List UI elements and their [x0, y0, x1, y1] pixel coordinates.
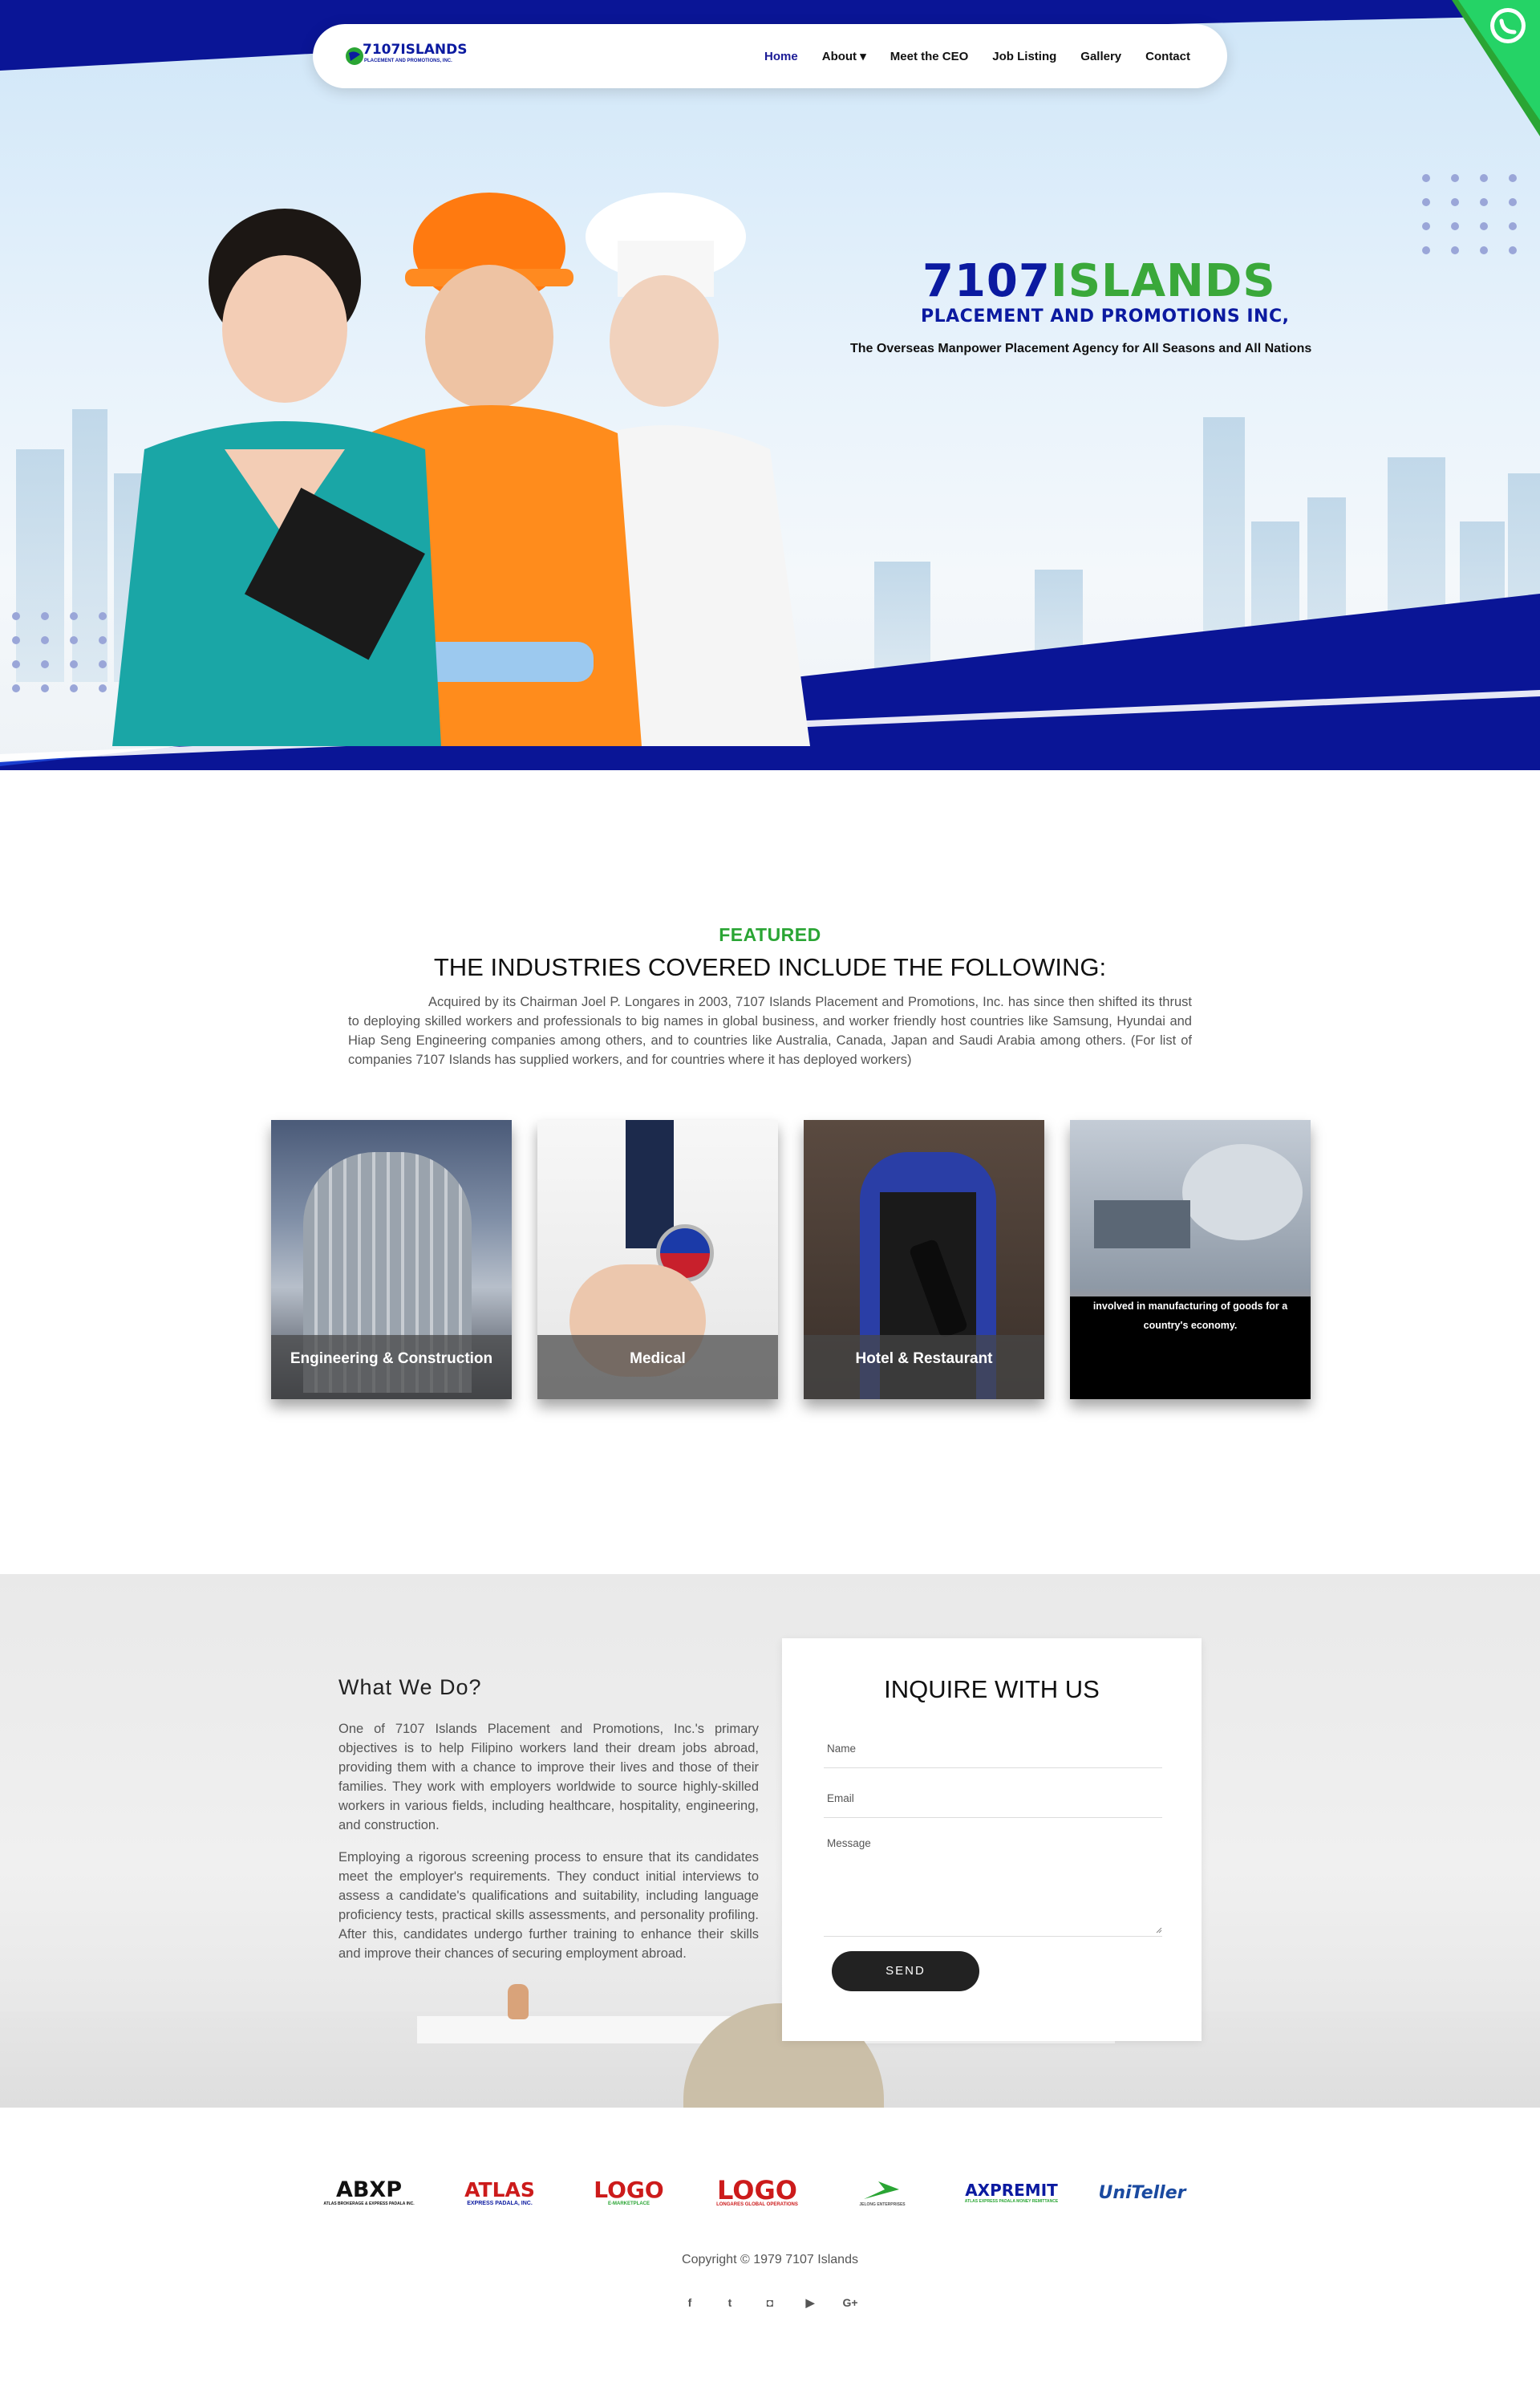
nav-about-label: About	[821, 50, 857, 63]
featured-label: FEATURED	[719, 924, 821, 945]
featured-text: Acquired by its Chairman Joel P. Longare…	[348, 995, 1192, 1067]
social-links: f t ◘ ▶ G+	[679, 2291, 861, 2314]
copyright-text: Copyright © 1979 7107 Islands	[682, 2253, 858, 2266]
partner-logo-axpremit[interactable]: AXPREMIT ATLAS EXPRESS PADALA MONEY REMI…	[958, 2173, 1065, 2213]
logo-text: 7107ISLANDS	[363, 42, 468, 58]
email-label: Email	[827, 1792, 854, 1804]
nav-about[interactable]: About ▾	[822, 49, 866, 63]
what-we-do-section: What We Do? One of 7107 Islands Placemen…	[0, 1574, 1540, 2108]
partner-logos: ABXP ATLAS BROKERAGE & EXPRESS PADALA IN…	[318, 2173, 1232, 2213]
google-plus-icon[interactable]: G+	[839, 2291, 861, 2314]
workers-illustration	[112, 193, 810, 746]
partner-sub: ATLAS BROKERAGE & EXPRESS PADALA INC.	[323, 2201, 415, 2206]
card-hotel[interactable]: Hotel & Restaurant	[804, 1120, 1044, 1399]
background-vase	[508, 1984, 529, 2019]
nav-job-listing[interactable]: Job Listing	[992, 50, 1056, 63]
what-we-do-title: What We Do?	[338, 1675, 482, 1699]
nav-meet-ceo[interactable]: Meet the CEO	[890, 50, 969, 63]
decorative-dots	[12, 612, 107, 692]
nav-menu: Home About ▾ Meet the CEO Job Listing Ga…	[764, 24, 1190, 88]
facebook-icon[interactable]: f	[679, 2291, 701, 2314]
nav-gallery[interactable]: Gallery	[1080, 50, 1121, 63]
partner-name: UniTeller	[1098, 2182, 1186, 2203]
what-we-do-paragraph-1: One of 7107 Islands Placement and Promot…	[338, 1722, 759, 1832]
site-logo[interactable]: 7107ISLANDS PLACEMENT AND PROMOTIONS, IN…	[345, 42, 468, 71]
hero-subtitle: PLACEMENT AND PROMOTIONS INC,	[921, 306, 1290, 327]
card-manufacturing[interactable]: involved in manufacturing of goods for a…	[1070, 1120, 1311, 1399]
partner-sub: JELONG ENTERPRISES	[859, 2202, 906, 2207]
twitter-icon[interactable]: t	[719, 2291, 741, 2314]
partner-sub: EXPRESS PADALA, INC.	[467, 2200, 533, 2206]
globe-icon	[346, 47, 363, 65]
partner-logo-abxp[interactable]: ABXP ATLAS BROKERAGE & EXPRESS PADALA IN…	[318, 2173, 420, 2213]
card-overlay-text: involved in manufacturing of goods for a…	[1070, 1296, 1311, 1399]
partner-sub: E-MARKETPLACE	[608, 2201, 650, 2206]
message-field[interactable]: Message	[824, 1837, 1162, 1937]
inquiry-form: INQUIRE WITH US Name Email Message SEND	[782, 1638, 1202, 2041]
partner-sub: ATLAS EXPRESS PADALA MONEY REMITTANCE	[964, 2199, 1059, 2204]
what-we-do-paragraph-2: Employing a rigorous screening process t…	[338, 1850, 759, 1961]
partner-logo-uniteller[interactable]: UniTeller	[1092, 2173, 1192, 2213]
card-engineering[interactable]: Engineering & Construction	[271, 1120, 512, 1399]
hero-title-number: 7107	[922, 255, 1051, 307]
name-field[interactable]: Name	[824, 1743, 1162, 1768]
card-caption: Hotel & Restaurant	[804, 1335, 1044, 1399]
instagram-icon[interactable]: ◘	[759, 2291, 781, 2314]
card-caption: Medical	[537, 1335, 778, 1399]
card-medical[interactable]: Medical	[537, 1120, 778, 1399]
email-field[interactable]: Email	[824, 1792, 1162, 1818]
nav-contact[interactable]: Contact	[1145, 50, 1190, 63]
hero-title-word: ISLANDS	[1050, 255, 1276, 307]
card-caption: Engineering & Construction	[271, 1335, 512, 1399]
message-label: Message	[827, 1837, 871, 1849]
partner-logo-longares[interactable]: LOGO LONGARES GLOBAL OPERATIONS	[707, 2173, 807, 2213]
partner-name: AXPREMIT	[965, 2181, 1058, 2200]
chevron-down-icon: ▾	[860, 50, 866, 63]
hero-banner: 7107ISLANDS PLACEMENT AND PROMOTIONS, IN…	[0, 0, 1540, 770]
partner-name: ABXP	[335, 2177, 403, 2202]
partner-sub: LONGARES GLOBAL OPERATIONS	[716, 2202, 798, 2207]
logo-subtext: PLACEMENT AND PROMOTIONS, INC.	[364, 59, 452, 63]
nav-home[interactable]: Home	[764, 50, 798, 63]
jelong-arrow-icon	[864, 2181, 899, 2199]
youtube-icon[interactable]: ▶	[799, 2291, 821, 2314]
hero-title: 7107ISLANDS	[922, 255, 1276, 307]
partner-logo-jelong[interactable]: JELONG ENTERPRISES	[844, 2173, 921, 2213]
inquiry-title: INQUIRE WITH US	[884, 1675, 1100, 1703]
resize-handle-icon[interactable]	[1154, 1925, 1162, 1934]
industry-cards: Engineering & Construction Medical Hotel…	[271, 1120, 1311, 1401]
partner-name: ATLAS	[464, 2177, 535, 2201]
decorative-dots	[1422, 174, 1517, 254]
partner-name: LOGO	[594, 2177, 664, 2203]
partner-name: LOGO	[717, 2175, 797, 2205]
featured-heading: THE INDUSTRIES COVERED INCLUDE THE FOLLO…	[433, 953, 1107, 981]
hero-tagline: The Overseas Manpower Placement Agency f…	[850, 342, 1312, 355]
main-nav: 7107ISLANDS PLACEMENT AND PROMOTIONS, IN…	[313, 24, 1227, 88]
send-button[interactable]: SEND	[832, 1951, 979, 1991]
partner-logo-atlas[interactable]: ATLAS EXPRESS PADALA, INC.	[448, 2173, 552, 2213]
name-label: Name	[827, 1743, 857, 1755]
whatsapp-icon[interactable]	[1452, 0, 1540, 136]
partner-logo-emarketplace[interactable]: LOGO E-MARKETPLACE	[579, 2173, 679, 2213]
